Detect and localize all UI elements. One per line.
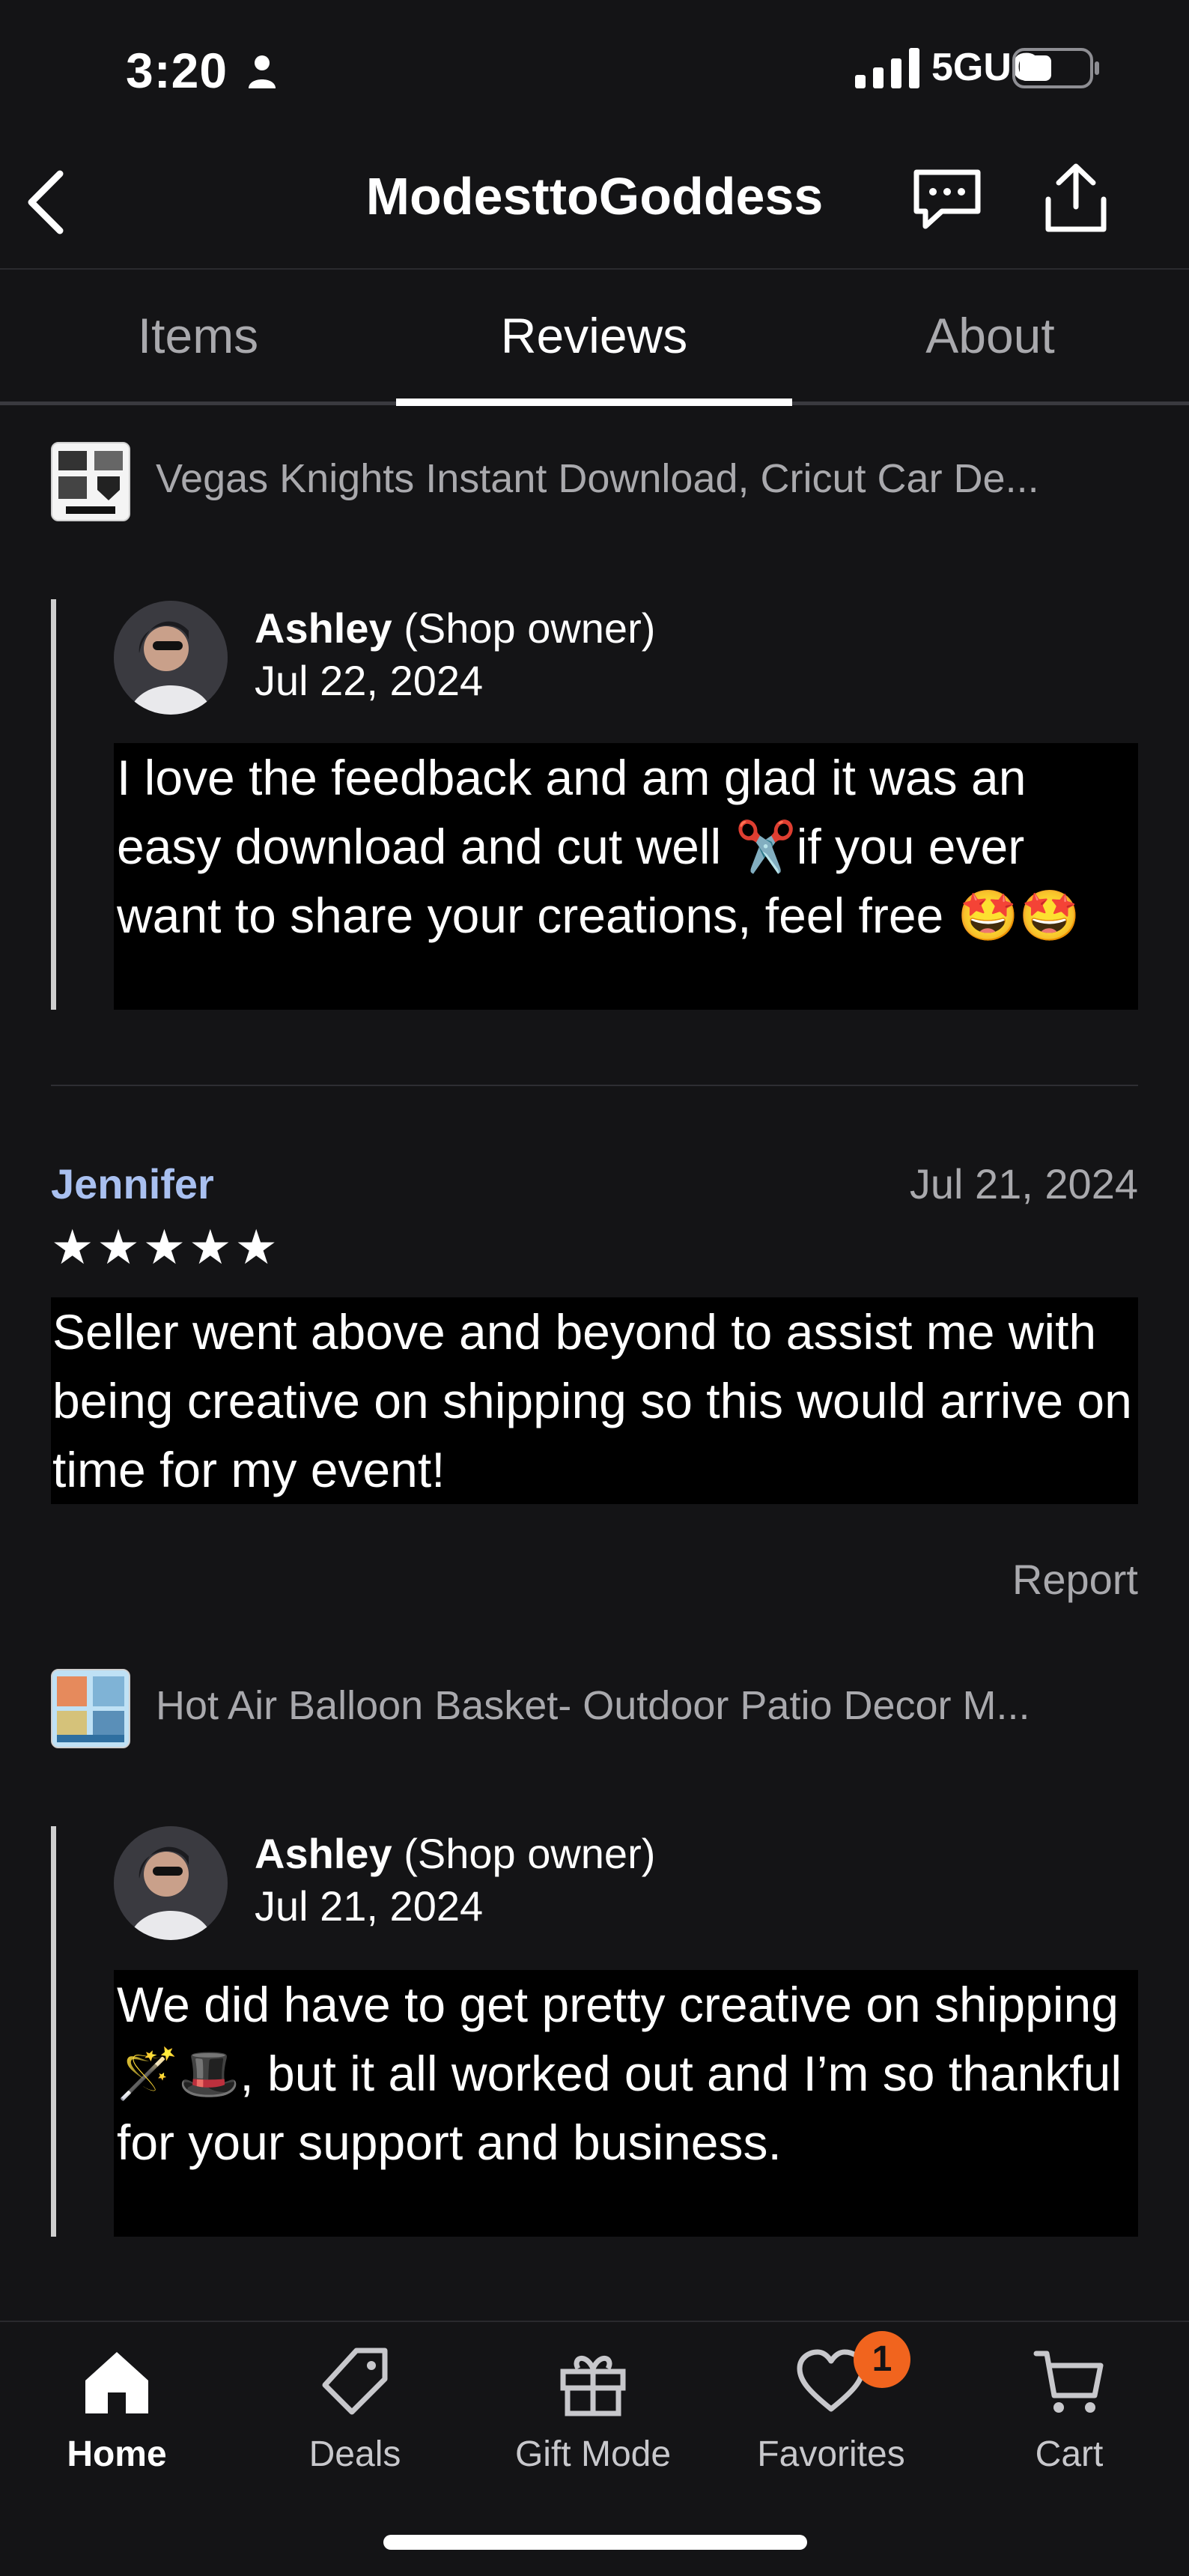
- star-rating: ★★★★★: [51, 1220, 281, 1274]
- nav-deals[interactable]: Deals: [258, 2345, 452, 2475]
- header-divider: [0, 268, 1189, 270]
- reply-text: We did have to get pretty creative on sh…: [114, 1970, 1138, 2237]
- person-icon: [249, 55, 276, 88]
- nav-label: Favorites: [757, 2434, 905, 2474]
- review-text: Seller went above and beyond to assist m…: [51, 1297, 1138, 1504]
- avatar: [114, 1826, 228, 1940]
- listing-thumbnail[interactable]: [51, 1669, 130, 1748]
- nav-label: Gift Mode: [514, 2434, 672, 2474]
- review-date: Jul 21, 2024: [909, 1160, 1138, 1207]
- tag-icon: [322, 2348, 388, 2415]
- review-divider: [51, 1085, 1138, 1086]
- signal-icon: [855, 48, 919, 88]
- nav-label: Deals: [308, 2434, 401, 2474]
- favorites-badge: 1: [854, 2331, 910, 2388]
- share-icon[interactable]: [1042, 160, 1110, 235]
- listing-title[interactable]: Vegas Knights Instant Download, Cricut C…: [156, 455, 1039, 502]
- tab-items[interactable]: Items: [0, 307, 396, 364]
- listing-thumbnail[interactable]: [51, 442, 130, 521]
- reply-bar: [51, 1826, 56, 2237]
- status-time: 3:20: [126, 43, 228, 98]
- cart-icon: [1033, 2351, 1104, 2413]
- reply-author: Ashley (Shop owner): [255, 604, 655, 652]
- avatar-photo-icon: [114, 1826, 228, 1940]
- nav-label: Cart: [1035, 2434, 1104, 2474]
- message-icon[interactable]: [912, 168, 982, 231]
- battery-icon: [1012, 48, 1099, 88]
- listing-image-icon: [52, 443, 129, 520]
- report-link[interactable]: Report: [1012, 1555, 1138, 1604]
- home-indicator[interactable]: [383, 2535, 807, 2550]
- reply-author-name: Ashley: [255, 604, 392, 652]
- nav-gift-mode[interactable]: Gift Mode: [496, 2345, 690, 2475]
- reply-text: I love the feedback and am glad it was a…: [114, 743, 1138, 1010]
- reply-date: Jul 22, 2024: [255, 657, 484, 704]
- tab-reviews[interactable]: Reviews: [396, 307, 792, 364]
- listing-image-icon: [52, 1670, 129, 1747]
- shop-title: ModesttoGoddess: [365, 167, 824, 225]
- avatar: [114, 601, 228, 715]
- home-icon: [85, 2352, 148, 2413]
- reviewer-name[interactable]: Jennifer: [51, 1160, 214, 1208]
- reply-author: Ashley (Shop owner): [255, 1829, 655, 1878]
- reply-author-name: Ashley: [255, 1830, 392, 1877]
- nav-home[interactable]: Home: [19, 2345, 214, 2475]
- avatar-photo-icon: [114, 601, 228, 715]
- active-tab-indicator: [396, 398, 792, 406]
- reply-author-role: (Shop owner): [404, 1830, 656, 1877]
- nav-cart[interactable]: Cart: [972, 2345, 1167, 2475]
- reply-bar: [51, 599, 56, 1010]
- gift-icon: [560, 2356, 626, 2416]
- nav-label: Home: [67, 2434, 167, 2474]
- listing-title[interactable]: Hot Air Balloon Basket- Outdoor Patio De…: [156, 1682, 1030, 1729]
- reply-author-role: (Shop owner): [404, 604, 656, 652]
- reply-date: Jul 21, 2024: [255, 1882, 484, 1930]
- tab-about[interactable]: About: [792, 307, 1188, 364]
